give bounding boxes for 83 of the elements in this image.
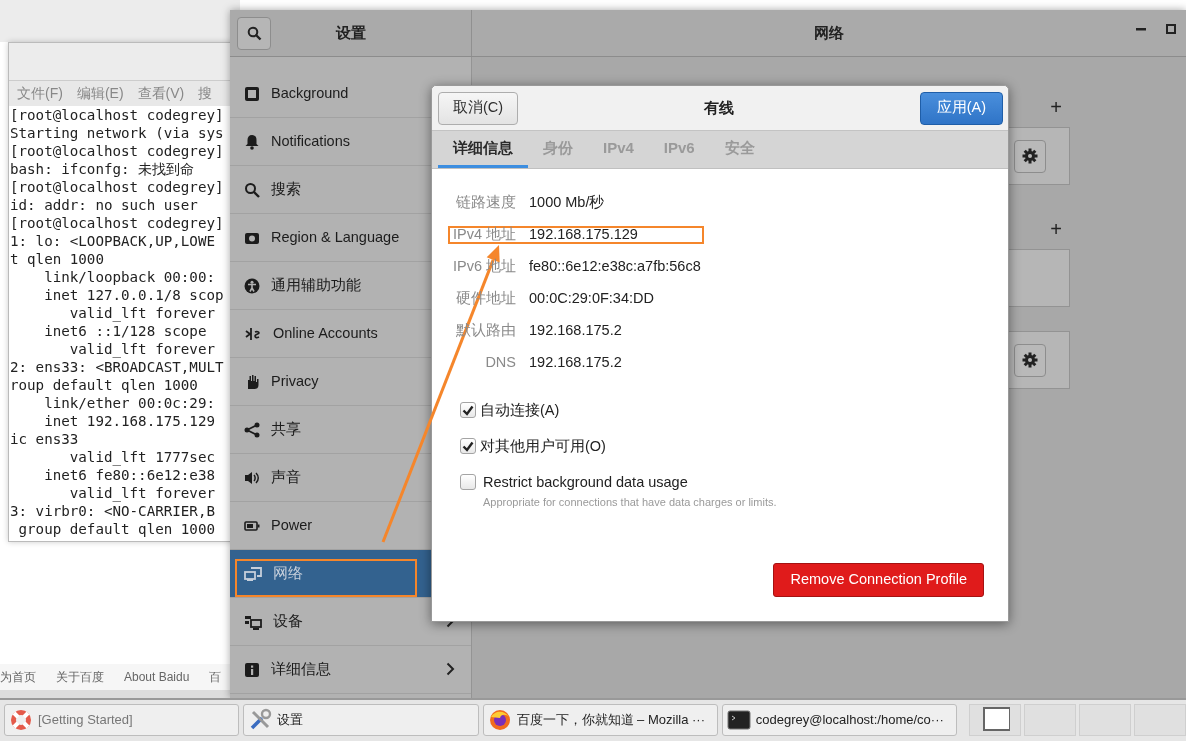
field-value: 192.168.175.2 xyxy=(529,321,623,341)
terminal-line: inet6 fe80::6e12:e38 xyxy=(43,466,216,484)
terminal-line: [root@localhost codegrey] xyxy=(10,214,225,232)
add-button[interactable]: + xyxy=(1050,219,1062,239)
terminal-line: valid_lft forever xyxy=(68,304,216,322)
terminal-line: id: addr: no such user xyxy=(10,196,199,214)
settings-button[interactable] xyxy=(1014,139,1046,173)
terminal-line: valid_lft forever xyxy=(68,484,216,502)
terminal-line: t qlen 1000 xyxy=(10,250,105,268)
tab[interactable]: 详细信息 xyxy=(438,131,528,168)
dialog-title: 有线 xyxy=(703,97,734,118)
panel-title: 网络 xyxy=(814,22,844,43)
field-label: 链路速度 xyxy=(456,193,516,213)
footer-link[interactable]: 百 xyxy=(209,668,222,686)
checkbox[interactable] xyxy=(460,402,476,418)
settings-button[interactable] xyxy=(1014,343,1046,377)
network-icon xyxy=(244,565,262,582)
terminal-line: link/loopback 00:00: xyxy=(43,268,216,286)
search-icon xyxy=(244,181,260,198)
bell-icon xyxy=(244,133,260,150)
terminal-line: inet 192.168.175.129 xyxy=(43,412,216,430)
terminal-line: 1: lo: <LOOPBACK,UP,LOWE xyxy=(10,232,216,250)
option-description: Appropriate for connections that have data charges or limits. xyxy=(483,494,777,510)
terminal-icon xyxy=(726,708,751,732)
terminal-line: 2: ens33: <BROADCAST,MULT xyxy=(10,358,225,376)
terminal-line: [root@localhost codegrey] xyxy=(10,178,225,196)
browser-icon xyxy=(487,708,512,732)
option-label: 对其他用户可用(O) xyxy=(480,437,606,456)
maximize-icon[interactable] xyxy=(1166,24,1176,34)
option-label: Restrict background data usage xyxy=(483,473,689,492)
field-label: IPv4 地址 xyxy=(452,225,516,245)
gear-icon xyxy=(1022,148,1038,164)
apply-button[interactable]: 应用(A) xyxy=(919,91,1003,125)
terminal-line: Starting network (via sys xyxy=(10,124,225,142)
terminal-line: group default qlen 1000 xyxy=(17,520,216,538)
terminal-line: inet6 ::1/128 scope xyxy=(43,322,208,340)
terminal-line: inet 127.0.0.1/8 scop xyxy=(43,286,225,304)
share-icon xyxy=(244,421,260,438)
terminal-line: valid_lft 1777sec xyxy=(68,448,216,466)
terminal-line: [root@localhost codegrey] xyxy=(10,142,225,160)
terminal-line: valid_lft forever xyxy=(68,340,216,358)
terminal-line: ic ens33 xyxy=(10,430,80,448)
picture-frame-icon xyxy=(244,85,260,102)
terminal-line: [root@localhost codegrey] xyxy=(10,106,225,124)
terminal-line: link/ether 00:0c:29: xyxy=(43,394,216,412)
devices-icon xyxy=(244,613,262,630)
sidebar-item[interactable]: Background xyxy=(230,70,431,118)
field-value: 192.168.175.129 xyxy=(529,225,639,245)
remove-button[interactable]: Remove Connection Profile xyxy=(773,563,984,597)
speaker-icon xyxy=(244,469,260,486)
tools-icon xyxy=(248,708,273,732)
workspace-button[interactable] xyxy=(969,704,1021,736)
terminal-line: roup default qlen 1000 xyxy=(10,376,199,394)
footer-link[interactable]: 为首页 xyxy=(0,668,36,686)
field-value: fe80::6e12:e38c:a7fb:56c8 xyxy=(529,257,702,277)
terminal-line: bash: ifconfg: 未找到命 xyxy=(10,160,196,178)
footer-link[interactable]: 关于百度 xyxy=(56,668,104,686)
footer-link[interactable]: About Baidu xyxy=(124,668,190,686)
link-icon xyxy=(244,325,262,342)
option-label: 自动连接(A) xyxy=(480,401,560,420)
taskbar-button[interactable]: [Getting Started] xyxy=(4,704,240,736)
window-title: 设置 xyxy=(336,22,366,43)
field-value: 00:0C:29:0F:34:DD xyxy=(529,289,655,309)
field-value: 1000 Mb/秒 xyxy=(529,193,606,213)
field-label: DNS xyxy=(485,353,516,373)
cancel-button[interactable]: 取消(C) xyxy=(438,91,519,125)
person-icon xyxy=(244,277,260,294)
lifebuoy-icon xyxy=(9,708,33,732)
terminal-line: 3: virbr0: <NO-CARRIER,B xyxy=(10,502,216,520)
search-icon xyxy=(246,25,262,41)
info-icon xyxy=(244,661,260,678)
checkbox[interactable] xyxy=(460,474,476,490)
checkbox[interactable] xyxy=(460,438,476,454)
sidebar-item[interactable]: 详细信息 xyxy=(230,646,471,694)
add-button[interactable]: + xyxy=(1050,97,1062,117)
minimize-icon[interactable] xyxy=(1136,27,1146,31)
taskbar-button[interactable]: 设置 xyxy=(243,704,479,736)
taskbar-button[interactable]: codegrey@localhost:/home/co··· xyxy=(721,704,957,736)
taskbar-button[interactable]: 百度一下，你就知道 – Mozilla ··· xyxy=(482,704,718,736)
gear-icon xyxy=(1022,352,1038,368)
sidebar-item[interactable]: 网络 xyxy=(230,550,431,598)
field-value: 192.168.175.2 xyxy=(529,353,623,373)
search-button[interactable] xyxy=(237,16,271,50)
